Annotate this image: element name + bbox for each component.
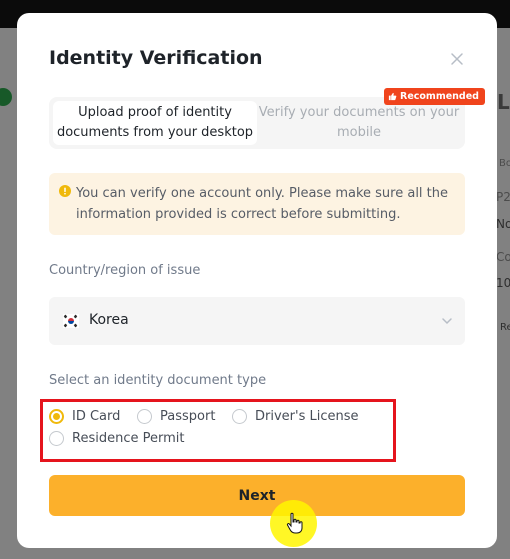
next-button[interactable]: Next: [49, 475, 465, 516]
radio-indicator: [232, 409, 247, 424]
radio-label: ID Card: [72, 409, 121, 424]
radio-label: Driver's License: [255, 409, 359, 424]
doc-type-label: Select an identity document type: [49, 373, 267, 388]
recommended-badge-label: Recommended: [400, 91, 479, 102]
warning-icon: [59, 185, 71, 197]
hand-pointer-icon: [286, 512, 303, 534]
recommended-badge: Recommended: [384, 88, 485, 105]
radio-label: Residence Permit: [72, 431, 185, 446]
country-value: Korea: [89, 312, 129, 328]
radio-indicator: [49, 431, 64, 446]
country-label: Country/region of issue: [49, 263, 201, 278]
tab-mobile-verify[interactable]: Verify your documents on your mobile: [257, 101, 461, 145]
korea-flag-icon: [63, 314, 79, 328]
close-icon[interactable]: [447, 49, 467, 69]
country-select[interactable]: Korea: [49, 297, 465, 345]
notice-text: You can verify one account only. Please …: [76, 186, 449, 222]
radio-passport[interactable]: Passport: [137, 409, 215, 424]
identity-verification-modal: Identity Verification Upload proof of id…: [17, 13, 497, 548]
modal-title: Identity Verification: [49, 47, 263, 69]
radio-label: Passport: [160, 409, 216, 424]
notice-banner: You can verify one account only. Please …: [49, 173, 465, 235]
tab-desktop-upload[interactable]: Upload proof of identity documents from …: [53, 101, 257, 145]
radio-id-card[interactable]: ID Card: [49, 409, 120, 424]
radio-drivers-license[interactable]: Driver's License: [232, 409, 359, 424]
radio-residence-permit[interactable]: Residence Permit: [49, 431, 184, 446]
chevron-down-icon: [442, 318, 452, 325]
radio-selected-indicator: [49, 409, 64, 424]
thumbs-up-icon: [388, 92, 397, 101]
radio-indicator: [137, 409, 152, 424]
